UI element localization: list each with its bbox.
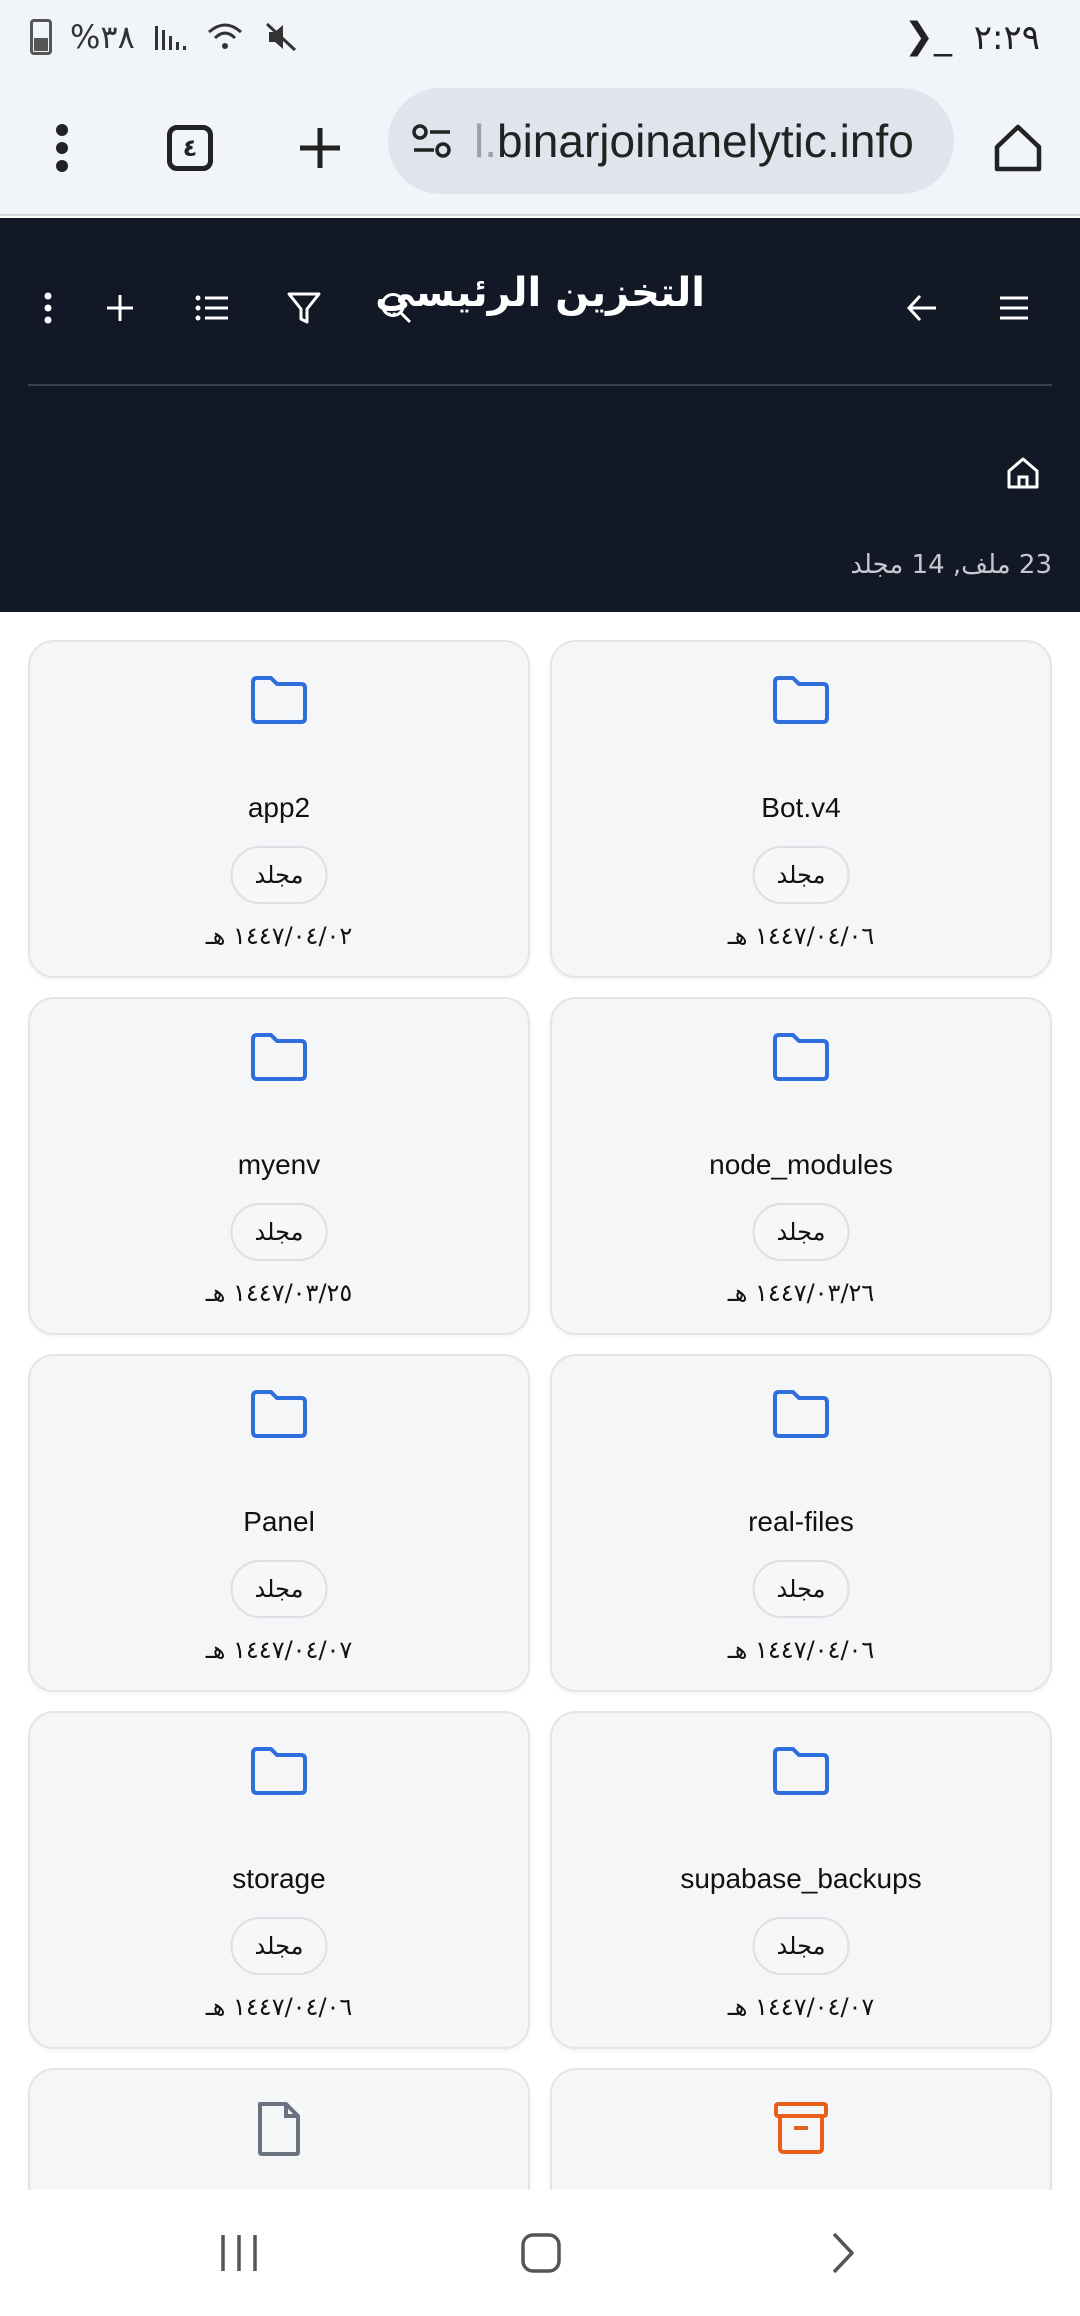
browser-toolbar: ٤ l.binarjoinanelytic.info [0, 80, 1080, 216]
type-badge: مجلد [230, 1917, 328, 1975]
folder-name: app2 [247, 792, 311, 823]
plus-icon [300, 128, 340, 168]
app-header: التخزين الرئيسي 23 ملف, 14 مجلد [0, 218, 1080, 612]
modified-date: ١٤٤٧/٠٤/٠٦ هـ [727, 1636, 875, 1664]
tabs-button[interactable]: ٤ [160, 80, 220, 216]
hamburger-icon [1000, 296, 1028, 320]
new-tab-button[interactable] [290, 80, 350, 216]
folder-card[interactable]: supabase_backups مجلد ١٤٤٧/٠٤/٠٧ هـ [550, 1711, 1052, 2049]
wifi-icon [207, 23, 242, 49]
archive-card[interactable] [550, 2068, 1052, 2190]
home-square-icon [521, 2233, 561, 2273]
site-settings-icon[interactable] [412, 123, 452, 159]
recents-icon [221, 2235, 257, 2271]
type-badge: مجلد [230, 846, 328, 904]
modified-date: ١٤٤٧/٠٤/٠٧ هـ [727, 1993, 875, 2021]
folder-icon [251, 1747, 307, 1795]
folder-name: supabase_backups [680, 1863, 922, 1894]
battery-icon [30, 19, 52, 55]
system-nav-bar [0, 2190, 1080, 2316]
modified-date: ١٤٤٧/٠٤/٠٦ هـ [727, 922, 875, 950]
back-button[interactable] [892, 278, 952, 338]
modified-date: ١٤٤٧/٠٣/٢٦ هـ [727, 1279, 875, 1307]
modified-date: ١٤٤٧/٠٤/٠٢ هـ [205, 922, 353, 950]
folder-card[interactable]: myenv مجلد ١٤٤٧/٠٣/٢٥ هـ [28, 997, 530, 1335]
signal-icon [154, 26, 186, 50]
more-vert-icon [56, 124, 68, 172]
url-text: l.binarjoinanelytic.info [474, 115, 914, 167]
type-badge: مجلد [752, 846, 850, 904]
folder-icon [251, 1033, 307, 1081]
folder-name: storage [232, 1863, 326, 1894]
type-badge: مجلد [752, 1560, 850, 1618]
items-summary: 23 ملف, 14 مجلد [850, 550, 1052, 580]
folder-card[interactable]: app2 مجلد ١٤٤٧/٠٤/٠٢ هـ [28, 640, 530, 978]
arrow-left-icon [906, 294, 936, 322]
home-icon [1007, 457, 1039, 489]
back-nav-button[interactable] [808, 2220, 878, 2286]
folder-icon [773, 1390, 829, 1438]
status-bar: %٣٨ ❯_ ٢:٢٩ [0, 0, 1080, 80]
home-nav-button[interactable] [506, 2220, 576, 2286]
status-icons: %٣٨ [30, 18, 299, 56]
folder-name: node_modules [709, 1149, 893, 1180]
home-icon [994, 124, 1042, 172]
folder-card[interactable]: storage مجلد ١٤٤٧/٠٤/٠٦ هـ [28, 1711, 530, 2049]
folder-icon [251, 676, 307, 724]
folder-icon [251, 1390, 307, 1438]
tab-count: ٤ [167, 125, 213, 171]
folder-icon [773, 1747, 829, 1795]
modified-date: ١٤٤٧/٠٤/٠٧ هـ [205, 1636, 353, 1664]
terminal-icon: ❯_ [903, 16, 952, 57]
status-time: ٢:٢٩ [973, 18, 1040, 58]
recents-button[interactable] [204, 2220, 274, 2286]
file-icon [258, 2102, 300, 2156]
folder-card[interactable]: node_modules مجلد ١٤٤٧/٠٣/٢٦ هـ [550, 997, 1052, 1335]
address-bar[interactable]: l.binarjoinanelytic.info [388, 88, 954, 194]
archive-icon [774, 2102, 828, 2154]
menu-button[interactable] [984, 278, 1044, 338]
folder-card[interactable]: Bot.v4 مجلد ١٤٤٧/٠٤/٠٦ هـ [550, 640, 1052, 978]
header-divider [28, 384, 1052, 386]
type-badge: مجلد [752, 1917, 850, 1975]
modified-date: ١٤٤٧/٠٣/٢٥ هـ [205, 1279, 353, 1307]
folder-name: Panel [243, 1506, 315, 1537]
modified-date: ١٤٤٧/٠٤/٠٦ هـ [205, 1993, 353, 2021]
battery-level: %٣٨ [70, 18, 135, 56]
type-badge: مجلد [752, 1203, 850, 1261]
type-badge: مجلد [230, 1203, 328, 1261]
folder-icon [773, 676, 829, 724]
breadcrumb-home[interactable] [1000, 450, 1046, 496]
type-badge: مجلد [230, 1560, 328, 1618]
browser-home-button[interactable] [988, 80, 1048, 216]
chevron-right-icon [832, 2232, 854, 2274]
folder-card[interactable]: Panel مجلد ١٤٤٧/٠٤/٠٧ هـ [28, 1354, 530, 1692]
folder-name: real-files [748, 1506, 854, 1537]
folder-name: myenv [237, 1149, 321, 1180]
folder-card[interactable]: real-files مجلد ١٤٤٧/٠٤/٠٦ هـ [550, 1354, 1052, 1692]
folder-name: Bot.v4 [761, 792, 841, 823]
folder-icon [773, 1033, 829, 1081]
file-card[interactable] [28, 2068, 530, 2190]
browser-menu-button[interactable] [30, 80, 94, 216]
mute-icon [265, 22, 296, 52]
